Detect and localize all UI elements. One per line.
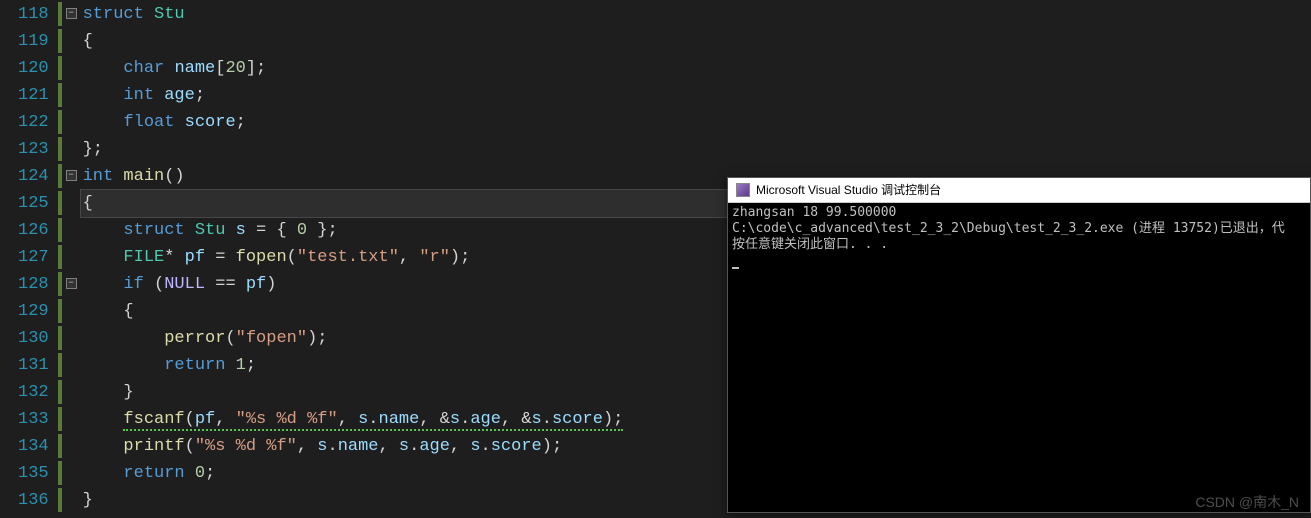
- change-indicator: [58, 380, 62, 404]
- code-line[interactable]: struct Stu: [81, 1, 1311, 28]
- change-indicator: [58, 29, 62, 53]
- watermark: CSDN @南木_N: [1195, 492, 1299, 512]
- change-indicator: [58, 461, 62, 485]
- change-indicator: [58, 407, 62, 431]
- console-line: 按任意键关闭此窗口. . .: [732, 237, 888, 252]
- console-line: C:\code\c_advanced\test_2_3_2\Debug\test…: [732, 221, 1285, 236]
- line-number: 124: [18, 163, 49, 190]
- change-indicator: [58, 272, 62, 296]
- console-title-text: Microsoft Visual Studio 调试控制台: [756, 178, 941, 203]
- line-number: 127: [18, 244, 49, 271]
- line-number: 123: [18, 136, 49, 163]
- change-indicator: [58, 137, 62, 161]
- line-number: 135: [18, 460, 49, 487]
- code-line[interactable]: {: [81, 28, 1311, 55]
- code-line[interactable]: };: [81, 136, 1311, 163]
- vs-icon: [736, 183, 750, 197]
- line-number: 132: [18, 379, 49, 406]
- change-indicator: [58, 245, 62, 269]
- line-number: 121: [18, 82, 49, 109]
- console-output[interactable]: zhangsan 18 99.500000 C:\code\c_advanced…: [728, 203, 1310, 271]
- change-indicator: [58, 218, 62, 242]
- line-number: 131: [18, 352, 49, 379]
- fold-toggle-icon[interactable]: −: [66, 8, 77, 19]
- change-indicator: [58, 164, 62, 188]
- fold-column: − − −: [63, 0, 81, 518]
- line-number: 126: [18, 217, 49, 244]
- cursor-icon: [732, 267, 739, 269]
- change-indicator: [58, 110, 62, 134]
- change-indicator: [58, 83, 62, 107]
- change-indicator: [58, 56, 62, 80]
- change-indicator: [58, 2, 62, 26]
- console-titlebar[interactable]: Microsoft Visual Studio 调试控制台: [728, 178, 1310, 203]
- fold-toggle-icon[interactable]: −: [66, 278, 77, 289]
- line-number: 130: [18, 325, 49, 352]
- line-number: 136: [18, 487, 49, 514]
- change-indicator: [58, 326, 62, 350]
- code-line[interactable]: int age;: [81, 82, 1311, 109]
- console-line: zhangsan 18 99.500000: [732, 205, 896, 220]
- code-line[interactable]: char name[20];: [81, 55, 1311, 82]
- line-number: 129: [18, 298, 49, 325]
- change-indicator: [58, 488, 62, 512]
- line-number: 120: [18, 55, 49, 82]
- debug-console-window[interactable]: Microsoft Visual Studio 调试控制台 zhangsan 1…: [727, 177, 1311, 513]
- line-number: 119: [18, 28, 49, 55]
- line-number: 118: [18, 1, 49, 28]
- line-number: 125: [18, 190, 49, 217]
- line-number: 128: [18, 271, 49, 298]
- line-number: 133: [18, 406, 49, 433]
- line-number: 122: [18, 109, 49, 136]
- line-number: 134: [18, 433, 49, 460]
- change-indicator: [58, 191, 62, 215]
- change-indicator: [58, 353, 62, 377]
- change-indicator: [58, 299, 62, 323]
- fold-toggle-icon[interactable]: −: [66, 170, 77, 181]
- code-line[interactable]: float score;: [81, 109, 1311, 136]
- change-indicator: [58, 434, 62, 458]
- line-number-gutter: 1181191201211221231241251261271281291301…: [0, 0, 57, 518]
